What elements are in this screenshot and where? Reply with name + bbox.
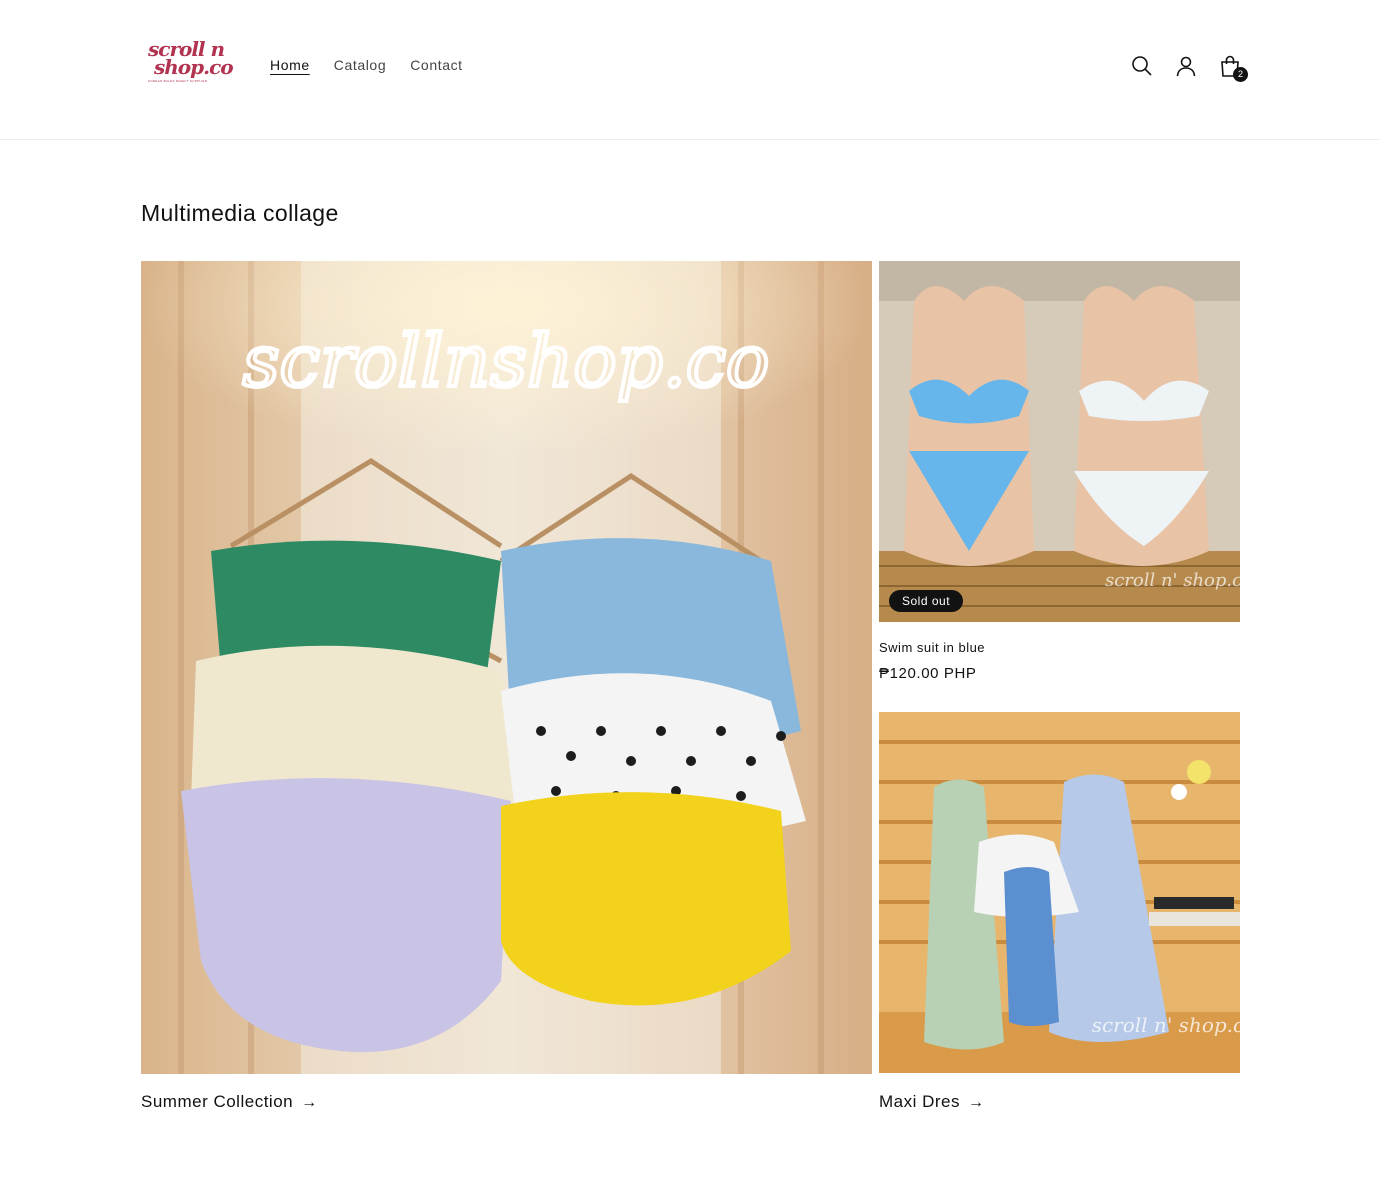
logo[interactable]: scroll n shop.co KOREAN BALES DIRECT SUP…	[148, 39, 234, 96]
section-title: Multimedia collage	[141, 200, 339, 226]
cart-count-badge: 2	[1233, 67, 1248, 82]
arrow-right-icon: →	[968, 1094, 985, 1111]
maxi-dress-image[interactable]: scroll n' shop.co	[879, 712, 1240, 1073]
search-icon[interactable]	[1130, 54, 1154, 78]
product-price: ₱120.00 PHP	[879, 665, 977, 682]
cart-icon[interactable]: 2	[1218, 54, 1248, 82]
summer-collection-link[interactable]: Summer Collection →	[141, 1092, 318, 1112]
main-nav: Home Catalog Contact	[270, 57, 463, 73]
product-image[interactable]: scroll n' shop.co Sold out	[879, 261, 1240, 622]
account-icon[interactable]	[1174, 54, 1198, 78]
maxi-dress-link[interactable]: Maxi Dres →	[879, 1092, 985, 1112]
product-title[interactable]: Swim suit in blue	[879, 640, 1240, 655]
nav-catalog[interactable]: Catalog	[334, 57, 386, 73]
sold-out-badge: Sold out	[889, 590, 964, 612]
arrow-right-icon: →	[301, 1094, 318, 1111]
product-card: scroll n' shop.co Sold out Swim suit in …	[879, 261, 1240, 682]
nav-contact[interactable]: Contact	[410, 57, 462, 73]
logo-tagline: KOREAN BALES DIRECT SUPPLIER	[148, 79, 208, 83]
summer-collection-label: Summer Collection	[141, 1092, 294, 1111]
summer-collection-image[interactable]: scrollnshop.co	[141, 261, 872, 1074]
header-icons: 2	[1130, 54, 1248, 82]
dress-watermark: scroll n' shop.co	[1092, 1013, 1240, 1037]
product-watermark: scroll n' shop.co	[1105, 570, 1240, 591]
site-header: scroll n shop.co KOREAN BALES DIRECT SUP…	[0, 0, 1380, 140]
maxi-dress-label: Maxi Dres	[879, 1092, 961, 1111]
neon-sign-text: scrollnshop.co	[243, 319, 770, 403]
nav-home[interactable]: Home	[270, 57, 310, 73]
logo-line-2: shop.co	[154, 55, 234, 79]
